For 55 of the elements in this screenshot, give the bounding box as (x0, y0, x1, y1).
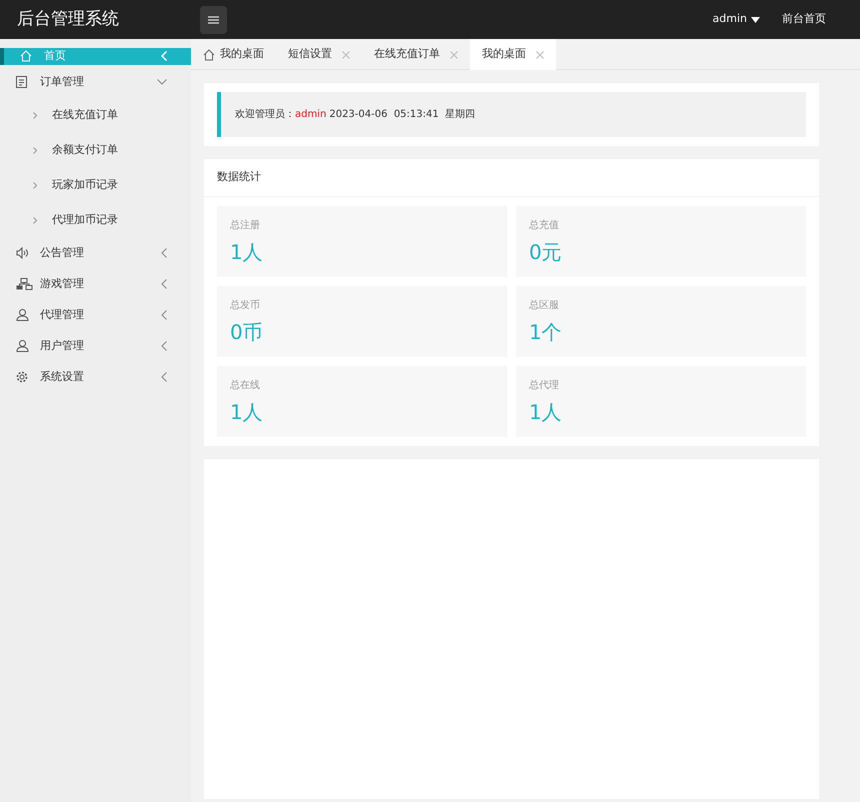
front-home-link[interactable]: 前台首页 (782, 11, 826, 28)
welcome-message: 欢迎管理员：admin 2023-04-06 05:13:41 星期四 (217, 92, 806, 137)
chevron-left-icon (161, 341, 167, 351)
tab[interactable]: 我的桌面 (470, 39, 556, 70)
sidebar-item[interactable]: 公告管理 (0, 238, 191, 268)
chevron-left-icon (161, 51, 167, 62)
stat-label: 总注册 (230, 218, 261, 233)
stat-value: 0元 (529, 239, 563, 265)
chevron-right-icon (33, 146, 37, 154)
stat-value: 1人 (529, 399, 563, 425)
stat-label: 总区服 (529, 298, 560, 313)
document-icon (16, 76, 27, 88)
chevron-left-icon (161, 279, 167, 289)
stat-label: 总充值 (529, 218, 560, 233)
sidebar-item[interactable]: 订单管理 (0, 66, 191, 98)
stat-value: 0币 (230, 319, 264, 345)
settings-icon (16, 371, 28, 383)
card-title: 数据统计 (204, 159, 819, 197)
chevron-left-icon (161, 372, 167, 382)
submenu-item[interactable]: 代理加币记录 (0, 202, 191, 238)
tab[interactable]: 短信设置 (276, 39, 362, 70)
home-icon (203, 48, 215, 60)
chevron-down-icon (157, 79, 167, 85)
home-icon (20, 50, 32, 62)
app-title: 后台管理系统 (16, 8, 120, 31)
chevron-left-icon (161, 248, 167, 258)
chevron-left-icon (161, 310, 167, 320)
submenu-item[interactable]: 余额支付订单 (0, 132, 191, 168)
sidebar-item[interactable]: 系统设置 (0, 362, 191, 392)
stat-label: 总在线 (230, 378, 261, 393)
submenu-item[interactable]: 玩家加币记录 (0, 168, 191, 202)
network-icon (16, 278, 33, 290)
close-icon (536, 50, 544, 58)
chevron-right-icon (33, 216, 37, 224)
tab[interactable]: 我的桌面 (191, 39, 276, 70)
sidebar-item[interactable]: 游戏管理 (0, 268, 191, 300)
speaker-icon (16, 247, 29, 259)
user-menu[interactable]: admin (712, 11, 760, 28)
caret-icon (751, 16, 760, 22)
close-icon (450, 50, 458, 58)
sidebar-item[interactable]: 代理管理 (0, 300, 191, 330)
stat-value: 1个 (529, 319, 563, 345)
chevron-right-icon (33, 182, 37, 188)
menu-icon (208, 16, 219, 24)
submenu-item[interactable]: 在线充值订单 (0, 98, 191, 132)
stat-label: 总代理 (529, 378, 560, 393)
sidebar-item[interactable]: 用户管理 (0, 330, 191, 362)
close-icon (342, 50, 350, 58)
tab[interactable]: 在线充值订单 (362, 39, 470, 70)
stat-value: 1人 (230, 399, 264, 425)
stat-label: 总发币 (230, 298, 261, 313)
stat-value: 1人 (230, 239, 264, 265)
user-icon (16, 340, 29, 352)
menu-toggle-button[interactable] (200, 6, 227, 34)
chevron-right-icon (33, 112, 37, 118)
